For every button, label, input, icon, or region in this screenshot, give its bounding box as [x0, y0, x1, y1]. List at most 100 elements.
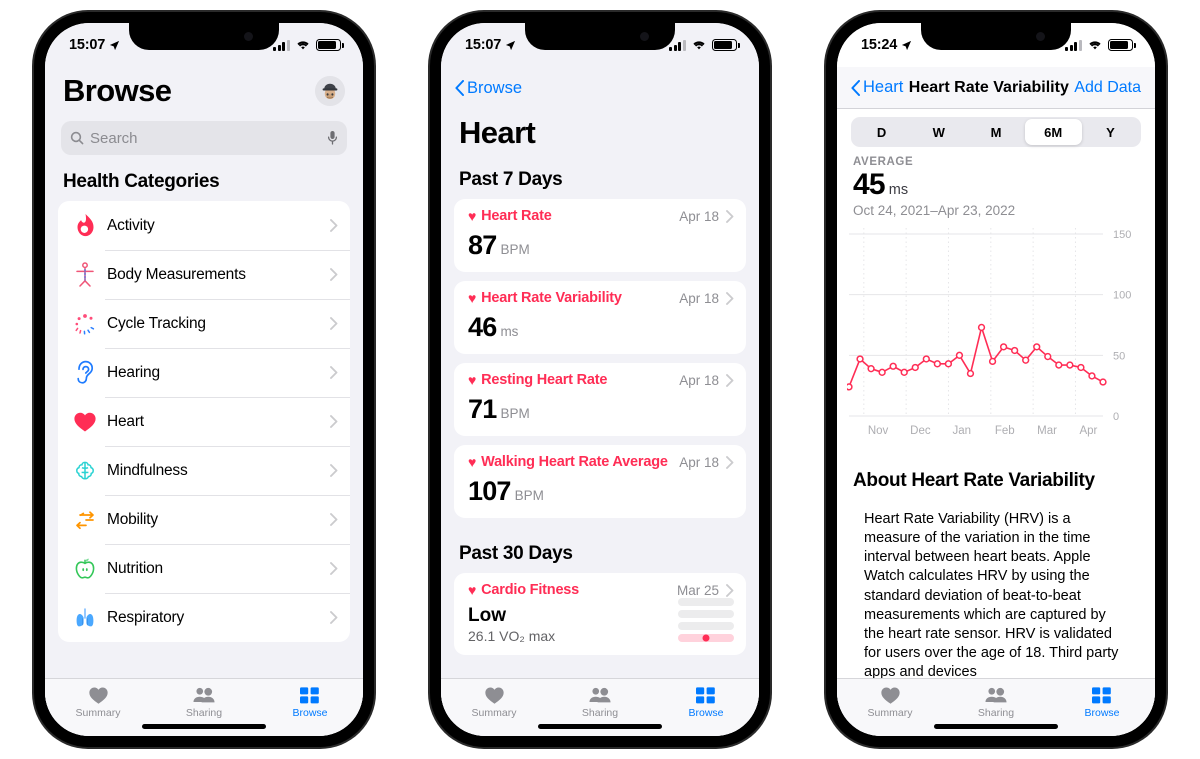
back-button[interactable]: Heart: [851, 78, 903, 97]
tab-sharing[interactable]: Sharing: [943, 679, 1049, 725]
notch: [921, 23, 1071, 50]
hrv-chart[interactable]: 0 50 100 150 Nov Dec Jan Feb Mar Apr: [845, 224, 1149, 456]
chevron-right-icon: [726, 455, 734, 469]
metric-subvalue: 26.1 VO₂ max: [468, 628, 556, 644]
segment-6m[interactable]: 6M: [1024, 119, 1082, 145]
metric-unit: BPM: [514, 488, 544, 503]
metric-title-row: ♥ Resting Heart Rate: [468, 372, 679, 388]
tab-browse[interactable]: Browse: [1049, 679, 1155, 725]
metric-name: Cardio Fitness: [481, 582, 580, 598]
back-button[interactable]: Browse: [455, 79, 522, 98]
heart-icon: [880, 687, 900, 704]
metric-card-walking-heart-rate-average[interactable]: ♥ Walking Heart Rate Average Apr 18 107 …: [454, 445, 746, 518]
range-bar: [678, 610, 734, 618]
tab-browse[interactable]: Browse: [257, 679, 363, 725]
brain-icon: [72, 458, 98, 484]
sidebar-item-mindfulness[interactable]: Mindfulness: [58, 446, 350, 495]
range-bar: [678, 598, 734, 606]
chevron-right-icon: [330, 366, 338, 379]
tab-summary[interactable]: Summary: [441, 679, 547, 725]
tab-label: Summary: [75, 706, 121, 719]
battery-icon: [316, 39, 344, 51]
body-icon: [72, 262, 98, 288]
chart-point: [1033, 343, 1041, 351]
microphone-icon[interactable]: [327, 130, 338, 146]
tab-sharing[interactable]: Sharing: [151, 679, 257, 725]
chevron-right-icon: [330, 464, 338, 477]
tab-label: Browse: [292, 706, 328, 719]
metric-name: Heart Rate: [481, 208, 552, 224]
x-axis-tick: Dec: [910, 425, 931, 437]
sidebar-item-heart[interactable]: Heart: [58, 397, 350, 446]
lungs-icon: [72, 605, 98, 631]
chart-point: [1055, 361, 1063, 369]
metric-card-heart-rate-variability[interactable]: ♥ Heart Rate Variability Apr 18 46 ms: [454, 281, 746, 354]
segment-d[interactable]: D: [853, 119, 910, 145]
wifi-icon: [1089, 41, 1101, 50]
metric-date: Apr 18: [679, 372, 719, 388]
chart-point: [1011, 346, 1019, 355]
apple-icon: [72, 556, 98, 582]
tab-browse[interactable]: Browse: [653, 679, 759, 725]
sidebar-item-nutrition[interactable]: Nutrition: [58, 544, 350, 593]
sidebar-item-label: Heart: [107, 412, 144, 430]
chevron-right-icon: [330, 562, 338, 575]
sidebar-item-label: Body Measurements: [107, 265, 246, 283]
chart-point: [856, 355, 864, 363]
metric-card-heart-rate[interactable]: ♥ Heart Rate Apr 18 87 BPM: [454, 199, 746, 272]
avatar[interactable]: [315, 76, 345, 106]
segment-y[interactable]: Y: [1082, 119, 1139, 145]
nav-bar: Browse: [441, 67, 759, 109]
chevron-right-icon: [726, 583, 734, 597]
search-input[interactable]: Search: [61, 121, 347, 155]
metric-date: Apr 18: [679, 290, 719, 306]
x-axis-tick: Apr: [1079, 425, 1097, 437]
metric-card-resting-heart-rate[interactable]: ♥ Resting Heart Rate Apr 18 71 BPM: [454, 363, 746, 436]
section-header-past-7-days: Past 7 Days: [459, 169, 563, 190]
metric-card-cardio-fitness[interactable]: ♥ Cardio Fitness Mar 25 Low 26.1 VO₂ max: [454, 573, 746, 655]
metric-date: Apr 18: [679, 454, 719, 470]
time-range-segmented-control[interactable]: D W M 6M Y: [851, 117, 1141, 147]
wifi-icon: [297, 41, 309, 50]
ear-icon: [72, 360, 98, 386]
heart-icon: ♥: [468, 582, 477, 598]
date-range: Oct 24, 2021–Apr 23, 2022: [853, 203, 1016, 218]
tab-summary[interactable]: Summary: [45, 679, 151, 725]
home-indicator: [538, 724, 662, 729]
sidebar-item-body-measurements[interactable]: Body Measurements: [58, 250, 350, 299]
sidebar-item-label: Cycle Tracking: [107, 314, 206, 332]
chart-point: [878, 368, 886, 376]
avatar-image: [315, 76, 345, 106]
add-data-button[interactable]: Add Data: [1074, 79, 1141, 97]
back-label: Heart: [863, 78, 904, 96]
people-icon: [193, 687, 215, 702]
sidebar-item-label: Mindfulness: [107, 461, 188, 479]
status-time: 15:07: [69, 37, 106, 53]
phone-browse: 15:07 Browse Search Health Categories Ac…: [34, 12, 374, 747]
chevron-right-icon: [726, 373, 734, 387]
sidebar-item-respiratory[interactable]: Respiratory: [58, 593, 350, 642]
section-header-past-30-days: Past 30 Days: [459, 543, 573, 564]
tab-sharing[interactable]: Sharing: [547, 679, 653, 725]
chart-point: [911, 363, 919, 372]
metric-unit: BPM: [500, 406, 530, 421]
heart-icon: ♥: [468, 208, 477, 224]
sidebar-item-hearing[interactable]: Hearing: [58, 348, 350, 397]
segment-w[interactable]: W: [910, 119, 967, 145]
chevron-right-icon: [330, 268, 338, 281]
about-header: About Heart Rate Variability: [853, 470, 1095, 491]
sidebar-item-mobility[interactable]: Mobility: [58, 495, 350, 544]
chart-point: [966, 369, 975, 378]
heart-content: Browse Heart Past 7 Days ♥ Heart Rate Ap…: [441, 67, 759, 678]
hrv-content: Heart Heart Rate Variability Add Data D …: [837, 67, 1155, 678]
chart-point: [944, 360, 953, 368]
sidebar-item-activity[interactable]: Activity: [58, 201, 350, 250]
sidebar-item-cycle-tracking[interactable]: Cycle Tracking: [58, 299, 350, 348]
phone-hrv-detail: 15:24 Heart Heart Rate Variability Add D…: [826, 12, 1166, 747]
segment-m[interactable]: M: [967, 119, 1024, 145]
tab-summary[interactable]: Summary: [837, 679, 943, 725]
metric-title-row: ♥ Heart Rate Variability: [468, 290, 679, 306]
metric-date: Apr 18: [679, 208, 719, 224]
chart-point: [988, 357, 997, 366]
chart-point: [867, 365, 875, 373]
